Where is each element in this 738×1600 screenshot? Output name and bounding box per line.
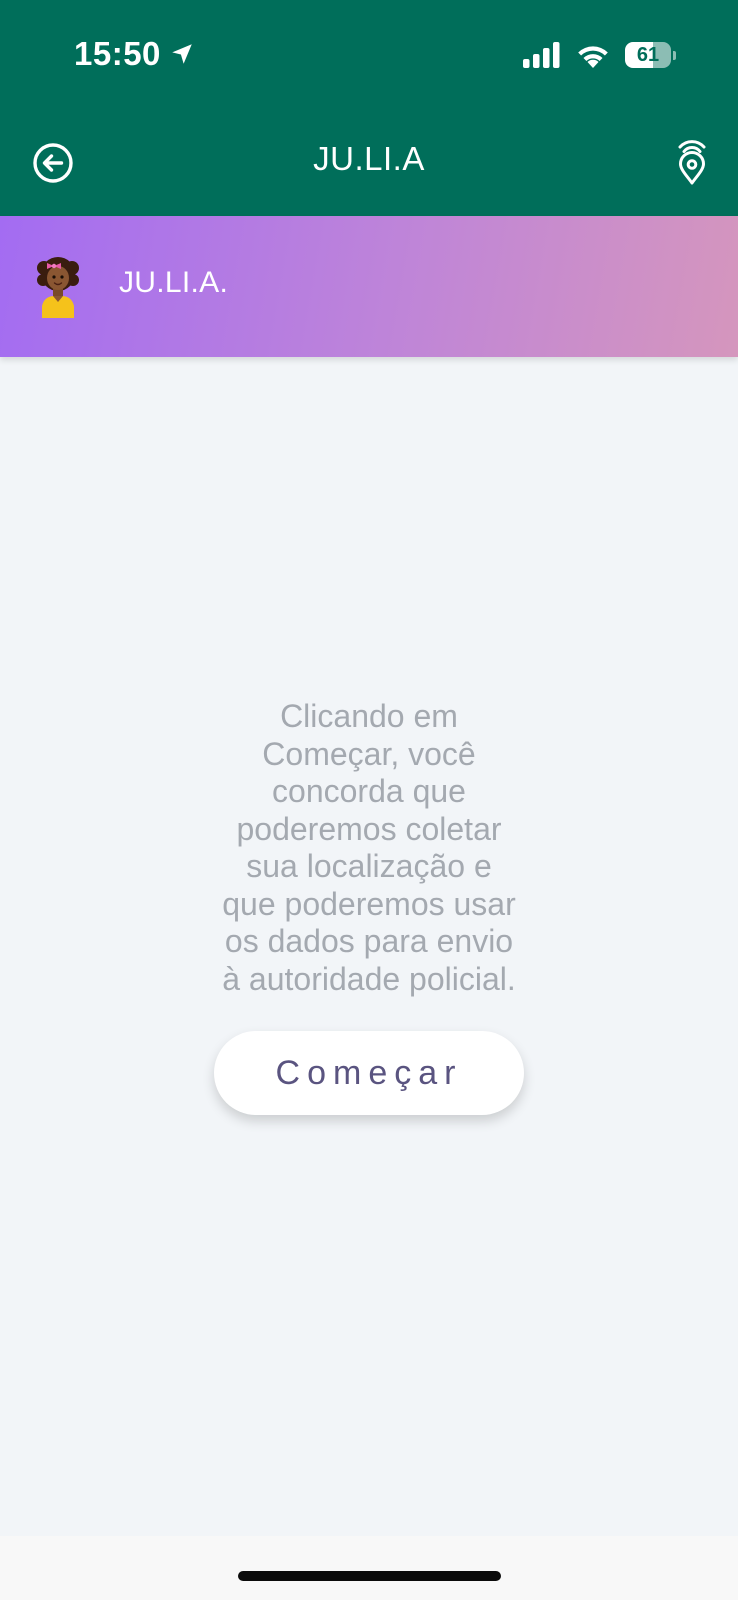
wifi-icon bbox=[578, 46, 608, 68]
location-arrow-icon bbox=[172, 44, 192, 64]
status-time: 15:50 bbox=[74, 35, 161, 72]
consent-line: os dados para envio bbox=[224, 923, 514, 959]
battery-body: 61 bbox=[625, 42, 671, 68]
app-bar: JU.LI.A bbox=[0, 110, 738, 216]
consent-line: Clicando em bbox=[280, 698, 458, 734]
assistant-header: JU.LI.A. bbox=[0, 216, 738, 357]
start-button[interactable]: Começar bbox=[214, 1031, 524, 1115]
consent-line: poderemos coletar bbox=[236, 810, 502, 847]
consent-text: Clicando em Começar, você concorda que p… bbox=[200, 698, 538, 998]
girl-avatar-icon bbox=[37, 257, 79, 318]
consent-line: à autoridade policial. bbox=[222, 960, 516, 997]
consent-line: que poderemos usar bbox=[222, 885, 516, 922]
app-title: JU.LI.A bbox=[313, 140, 425, 177]
bottom-bar bbox=[0, 1536, 738, 1600]
screen: 15:50 61 JU.LI.A JU.LI.A. Clicando em Co… bbox=[0, 0, 738, 1600]
consent-line: concorda que bbox=[272, 773, 466, 809]
status-icons: 61 bbox=[523, 38, 676, 72]
consent-line: Começar, você bbox=[262, 735, 476, 772]
status-bar: 15:50 61 bbox=[0, 0, 738, 110]
assistant-name: JU.LI.A. bbox=[119, 266, 229, 299]
signal-icon bbox=[523, 42, 560, 68]
location-pin-signal-icon[interactable] bbox=[674, 136, 710, 186]
consent-line: sua localização e bbox=[246, 848, 492, 884]
battery-percent: 61 bbox=[636, 43, 660, 66]
battery-icon: 61 bbox=[625, 42, 676, 68]
home-indicator[interactable] bbox=[238, 1571, 501, 1581]
status-time-group: 15:50 bbox=[74, 30, 195, 78]
battery-cap bbox=[673, 50, 676, 60]
